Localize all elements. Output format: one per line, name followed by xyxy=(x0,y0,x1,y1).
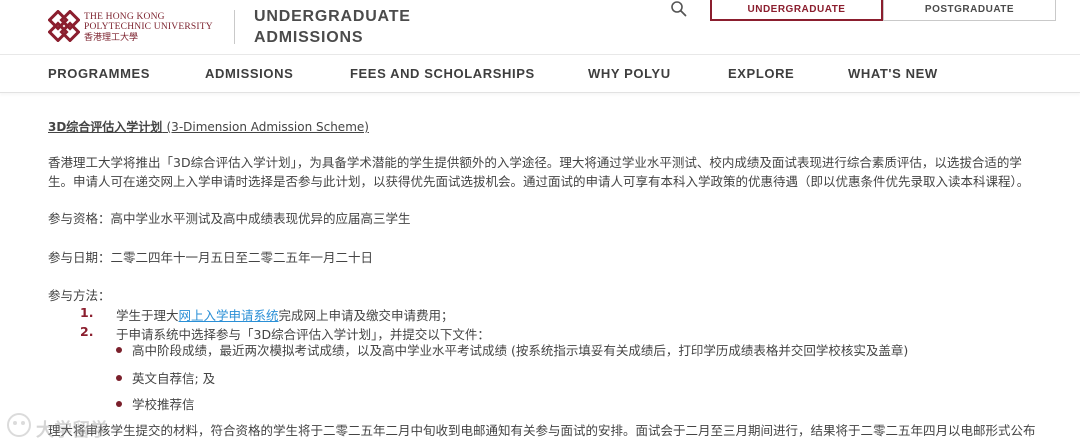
polyu-logo[interactable]: THE HONG KONG POLYTECHNIC UNIVERSITY 香港理… xyxy=(48,10,228,46)
document-item: 英文自荐信; 及 xyxy=(132,371,216,386)
site-title[interactable]: UNDERGRADUATE ADMISSIONS xyxy=(254,6,411,48)
scheme-title: 3D综合评估入学计划 (3-Dimension Admission Scheme… xyxy=(48,118,369,135)
bullet-icon xyxy=(116,401,122,407)
intro-line-1: 香港理工大学将推出「3D综合评估入学计划」，为具备学术潜能的学生提供额外的入学途… xyxy=(48,155,1022,170)
watermark: 大学留学 xyxy=(6,410,116,442)
scheme-title-en: (3-Dimension Admission Scheme) xyxy=(166,120,369,134)
online-application-link[interactable]: 网上入学申请系统 xyxy=(179,308,279,323)
nav-item-whats-new[interactable]: WHAT'S NEW xyxy=(848,66,938,81)
nav-item-programmes[interactable]: PROGRAMMES xyxy=(48,66,150,81)
tab-undergraduate[interactable]: UNDERGRADUATE xyxy=(710,0,883,21)
method-label: 参与方法： xyxy=(48,288,111,303)
step-number: 1. xyxy=(80,305,94,320)
nav-item-admissions[interactable]: ADMISSIONS xyxy=(205,66,293,81)
main-nav: PROGRAMMES ADMISSIONS FEES AND SCHOLARSH… xyxy=(0,55,1080,93)
site-title-line-2: ADMISSIONS xyxy=(254,29,364,46)
intro-line-2: 生。申请人可在递交网上入学申请时选择是否参与此计划，以获得优先面试选拔机会。通过… xyxy=(48,174,1030,189)
nav-item-why-polyu[interactable]: WHY POLYU xyxy=(588,66,671,81)
closing-paragraph: 理大将审核学生提交的材料，符合资格的学生将于二零二五年二月中旬收到电邮通知有关参… xyxy=(48,423,1036,438)
step-1-suffix: 完成网上申请及缴交申请费用； xyxy=(278,308,454,323)
header-divider xyxy=(234,10,235,44)
site-title-line-1: UNDERGRADUATE xyxy=(254,8,411,25)
eligibility-text: 参与资格：高中学业水平测试及高中成绩表现优异的应届高三学生 xyxy=(48,211,411,226)
article-content: 3D综合评估入学计划 (3-Dimension Admission Scheme… xyxy=(0,94,1080,447)
bullet-icon xyxy=(116,347,122,353)
bullet-icon xyxy=(116,375,122,381)
watermark-text: 大学留学 xyxy=(36,420,108,441)
watermark-logo-icon xyxy=(7,413,31,437)
document-item: 学校推荐信 xyxy=(132,397,195,412)
document-item: 高中阶段成绩，最近两次模拟考试成绩，以及高中学业水平考试成绩 (按系统指示填妥有… xyxy=(132,343,909,358)
logo-line-2: POLYTECHNIC UNIVERSITY xyxy=(84,22,213,32)
nav-item-fees-and-scholarships[interactable]: FEES AND SCHOLARSHIPS xyxy=(350,66,535,81)
dates-text: 参与日期：二零二四年十一月五日至二零二五年一月二十日 xyxy=(48,250,374,265)
logo-wordmark: THE HONG KONG POLYTECHNIC UNIVERSITY 香港理… xyxy=(84,12,213,42)
scheme-title-cn: 3D综合评估入学计划 xyxy=(48,120,163,134)
step-1-text: 学生于理大网上入学申请系统完成网上申请及缴交申请费用； xyxy=(116,305,454,324)
logo-line-3: 香港理工大學 xyxy=(84,32,139,42)
logo-line-1: THE HONG KONG xyxy=(84,12,165,22)
step-number: 2. xyxy=(80,324,94,339)
step-1-prefix: 学生于理大 xyxy=(116,308,179,323)
search-icon xyxy=(671,1,687,17)
polyu-emblem-icon xyxy=(48,10,80,42)
search-button[interactable] xyxy=(670,0,690,20)
intro-paragraph: 香港理工大学将推出「3D综合评估入学计划」，为具备学术潜能的学生提供额外的入学途… xyxy=(48,153,1048,191)
tab-postgraduate[interactable]: POSTGRADUATE xyxy=(883,0,1056,21)
nav-item-explore[interactable]: EXPLORE xyxy=(728,66,794,81)
site-header: THE HONG KONG POLYTECHNIC UNIVERSITY 香港理… xyxy=(0,0,1080,55)
